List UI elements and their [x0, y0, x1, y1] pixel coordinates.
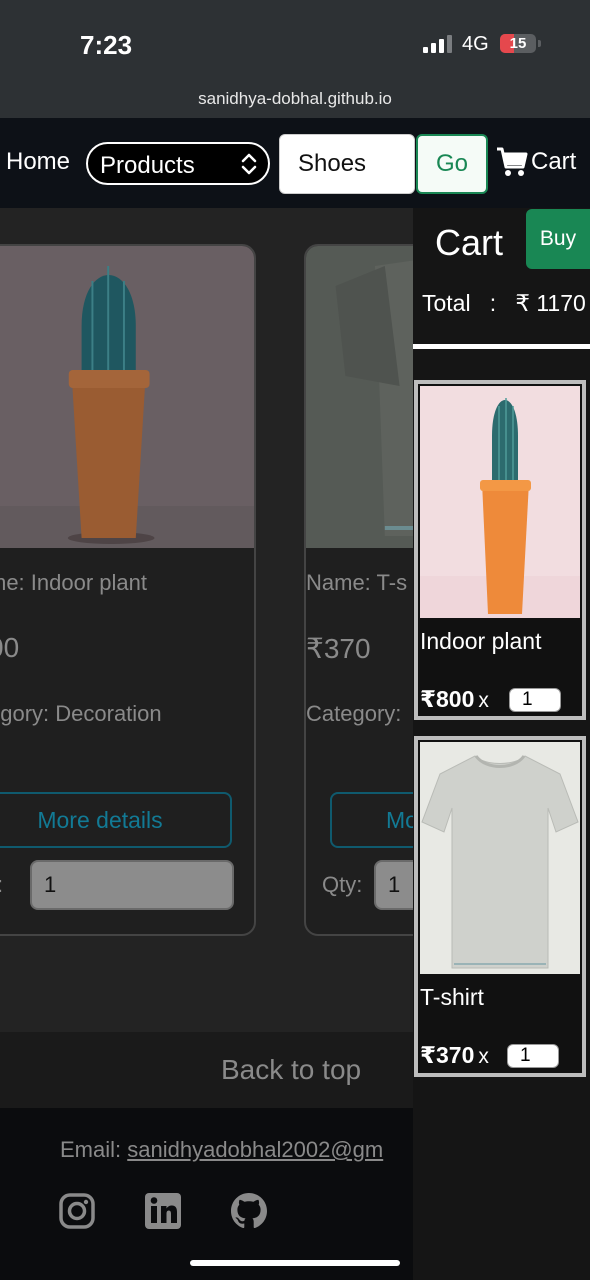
- cart-link-label: Cart: [531, 148, 577, 175]
- qty-label: Qty:: [322, 872, 363, 897]
- cart-item-price-value: ₹370: [420, 1042, 475, 1068]
- cart-item-times: x: [478, 1045, 489, 1068]
- cart-item-name: Indoor plant: [420, 628, 542, 654]
- search-box[interactable]: [279, 134, 415, 194]
- product-name: me: Indoor plant: [0, 570, 147, 595]
- cart-title: Cart: [435, 222, 504, 263]
- cart-item: Indoor plant ₹800 x 1: [414, 380, 586, 720]
- cart-total: Total : ₹ 1170: [422, 290, 586, 317]
- product-name: Name: T-s: [306, 570, 408, 595]
- total-label: Total: [422, 290, 471, 316]
- cart-divider: [413, 344, 590, 349]
- chevron-updown-icon: [241, 153, 257, 175]
- nav-home-link[interactable]: Home: [6, 148, 70, 176]
- battery-icon: 15: [500, 34, 536, 53]
- status-bar: 7:23 4G 15: [0, 0, 590, 80]
- product-price: ₹370: [306, 633, 371, 664]
- cart-panel: Cart Buy Total : ₹ 1170 Indoor plant ₹80…: [413, 208, 590, 1280]
- cart-icon: [497, 147, 528, 176]
- category-select-value: Products: [100, 152, 195, 179]
- network-type: 4G: [462, 33, 489, 55]
- back-to-top-bar: Back to top: [0, 1032, 413, 1108]
- cart-item-image-cactus: [420, 386, 580, 618]
- product-category: Category:: [306, 701, 402, 726]
- battery-level: 15: [509, 35, 527, 52]
- email-link[interactable]: sanidhyadobhal2002@gm: [127, 1137, 383, 1162]
- buy-button[interactable]: Buy: [526, 209, 590, 269]
- product-price: 00: [0, 632, 20, 663]
- email-label: Email:: [60, 1137, 122, 1162]
- cart-item-image-tshirt: [420, 742, 580, 974]
- category-select[interactable]: Products: [86, 142, 270, 185]
- status-time: 7:23: [80, 30, 133, 60]
- qty-input[interactable]: 1: [30, 860, 234, 910]
- total-value: ₹ 1170: [515, 290, 586, 316]
- cart-item-qty-input[interactable]: 1: [509, 688, 561, 712]
- footer: Email: sanidhyadobhal2002@gm: [0, 1108, 413, 1280]
- cart-item-price-value: ₹800: [420, 686, 475, 712]
- github-icon[interactable]: [230, 1192, 268, 1230]
- go-button[interactable]: Go: [416, 134, 488, 194]
- url-text: sanidhya-dobhal.github.io: [198, 89, 392, 108]
- cart-item-qty-input[interactable]: 1: [507, 1044, 559, 1068]
- product-card: me: Indoor plant 00 egory: Decoration Mo…: [0, 244, 256, 936]
- qty-input[interactable]: 1: [374, 860, 413, 910]
- cart-item-price: ₹800 x: [420, 686, 489, 713]
- more-details-button[interactable]: Mo: [330, 792, 413, 848]
- more-details-button[interactable]: More details: [0, 792, 232, 848]
- search-input[interactable]: [280, 135, 414, 193]
- address-bar[interactable]: sanidhya-dobhal.github.io: [0, 80, 590, 118]
- product-category: egory: Decoration: [0, 701, 162, 726]
- product-list: me: Indoor plant 00 egory: Decoration Mo…: [0, 208, 413, 1032]
- qty-label: y:: [0, 872, 3, 898]
- back-to-top-link[interactable]: Back to top: [221, 1054, 361, 1086]
- total-separator: :: [489, 290, 497, 316]
- instagram-icon[interactable]: [58, 1192, 96, 1230]
- product-image-tshirt: [306, 246, 413, 548]
- cart-item-price: ₹370 x: [420, 1042, 489, 1069]
- cart-item-times: x: [478, 689, 489, 712]
- cart-item: T-shirt ₹370 x 1: [414, 736, 586, 1077]
- product-card: Name: T-s ₹370 Category: Mo Qty: 1: [304, 244, 413, 936]
- product-image-cactus: [0, 246, 254, 548]
- home-indicator[interactable]: [190, 1260, 400, 1266]
- cart-item-name: T-shirt: [420, 984, 484, 1010]
- signal-icon: [423, 35, 453, 53]
- navbar: Home Products Go Cart: [0, 118, 590, 208]
- linkedin-icon[interactable]: [144, 1192, 182, 1230]
- footer-email: Email: sanidhyadobhal2002@gm: [60, 1137, 383, 1163]
